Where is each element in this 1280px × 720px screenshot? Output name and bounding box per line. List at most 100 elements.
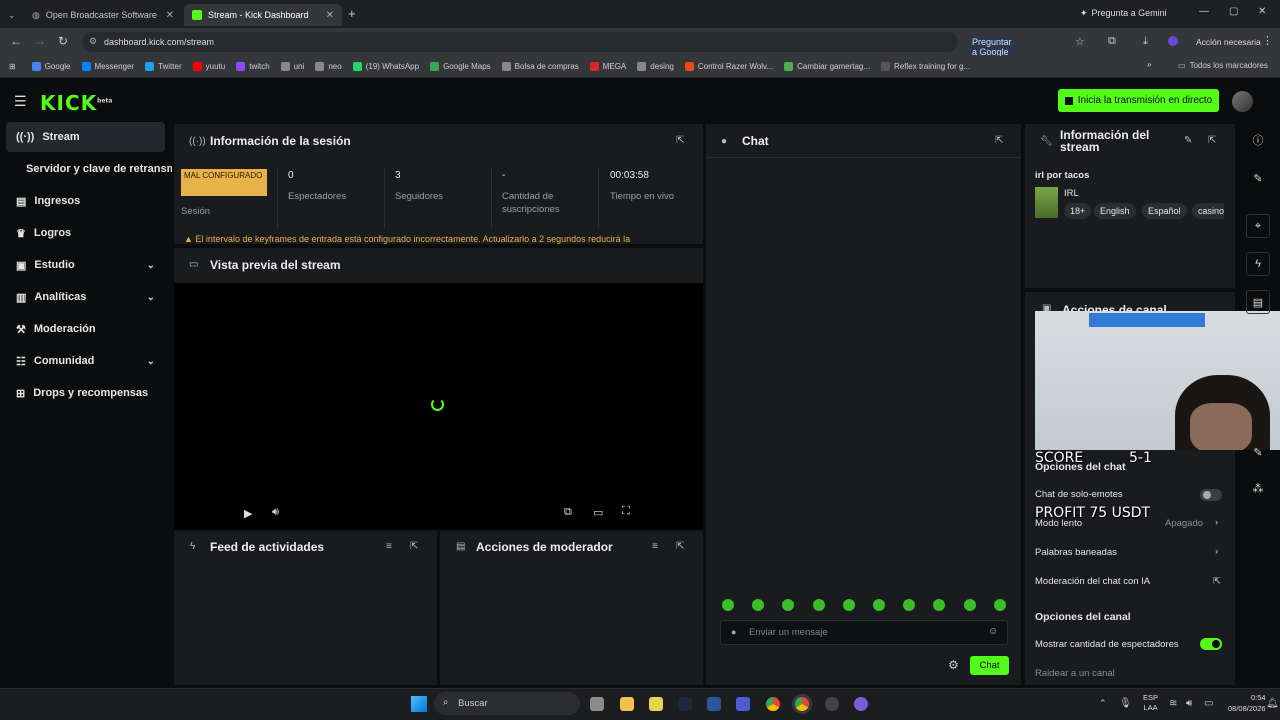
external-link-icon[interactable]: ⇱ bbox=[1213, 576, 1221, 587]
bookmark-item[interactable]: MEGA bbox=[589, 62, 626, 71]
browser-menu-icon[interactable]: ⋮ bbox=[1262, 34, 1273, 47]
show-viewers-toggle[interactable] bbox=[1200, 638, 1222, 650]
ai-moderation-item[interactable]: Moderación del chat con IA bbox=[1035, 576, 1150, 587]
chevron-right-icon[interactable]: › bbox=[1215, 517, 1218, 528]
edit-icon[interactable]: ✎ bbox=[1184, 135, 1192, 146]
document-icon[interactable]: ▤ bbox=[1246, 290, 1270, 314]
emote-icon[interactable] bbox=[993, 599, 1006, 611]
tab-kick-dashboard[interactable]: Stream - Kick Dashboard ✕ bbox=[184, 4, 342, 26]
forward-icon[interactable]: → bbox=[34, 34, 46, 48]
notifications-icon[interactable]: 🔔︎ bbox=[1266, 698, 1279, 709]
popout-icon[interactable]: ⇱ bbox=[410, 541, 418, 552]
close-tab-icon[interactable]: ✕ bbox=[166, 10, 174, 21]
volume-icon[interactable]: 🔊︎ bbox=[272, 506, 279, 519]
bookmark-item[interactable]: twitch bbox=[236, 62, 270, 71]
battery-icon[interactable]: ▭ bbox=[1204, 698, 1213, 709]
bookmark-item[interactable]: Messenger bbox=[81, 62, 134, 71]
emote-only-toggle[interactable] bbox=[1200, 489, 1222, 501]
popout-icon[interactable]: ⇱ bbox=[676, 541, 684, 552]
bookmark-item[interactable]: Twitter bbox=[145, 62, 182, 71]
sidebar-item-stream[interactable]: ((·)) Stream bbox=[6, 122, 165, 152]
windows-start-icon[interactable] bbox=[411, 696, 427, 712]
action-needed-button[interactable]: Acción necesaria bbox=[1196, 37, 1261, 47]
bookmark-item[interactable]: Control Razer Wolv... bbox=[684, 62, 773, 71]
bookmark-item[interactable]: yuutu bbox=[192, 62, 225, 71]
profile-avatar[interactable] bbox=[1168, 36, 1178, 46]
go-live-button[interactable]: Inicia la transmisión en directo bbox=[1058, 89, 1219, 112]
bookmark-item[interactable]: (19) WhatsApp bbox=[352, 62, 419, 71]
download-icon[interactable]: ⤓ bbox=[1143, 35, 1148, 48]
bookmark-star-icon[interactable]: ☆ bbox=[1075, 35, 1085, 48]
maximize-icon[interactable]: ▢ bbox=[1229, 6, 1238, 17]
kick-logo[interactable]: KICKbeta bbox=[40, 91, 112, 115]
chrome-active-icon[interactable] bbox=[795, 697, 809, 711]
popout-icon[interactable]: ⇱ bbox=[676, 135, 684, 146]
sidebar-item-server-key[interactable]: Servidor y clave de retransmisión bbox=[6, 154, 172, 184]
tool-icon[interactable]: ✎ bbox=[1246, 440, 1270, 464]
app-icon[interactable] bbox=[736, 697, 750, 711]
steam-icon[interactable] bbox=[678, 697, 692, 711]
popout-icon[interactable]: ⇱ bbox=[1208, 135, 1216, 146]
bookmark-item[interactable]: Google Maps bbox=[430, 62, 491, 71]
filter-icon[interactable]: ≡ bbox=[652, 541, 658, 552]
raid-channel-item[interactable]: Raidear a un canal bbox=[1035, 668, 1115, 679]
clock[interactable]: 0:54 08/08/2026 bbox=[1228, 692, 1266, 714]
bookmark-item[interactable]: neo bbox=[315, 62, 342, 71]
emote-icon[interactable] bbox=[963, 599, 976, 611]
chat-settings-icon[interactable]: ⚙ bbox=[948, 658, 959, 672]
target-icon[interactable]: ⌖ bbox=[1246, 214, 1270, 238]
user-avatar[interactable] bbox=[1232, 91, 1253, 112]
pip-icon[interactable]: ⧉ bbox=[564, 506, 572, 519]
minimize-icon[interactable]: — bbox=[1199, 6, 1209, 17]
banned-words-item[interactable]: Palabras baneadas bbox=[1035, 547, 1117, 558]
apps-icon[interactable]: ⁂ bbox=[1246, 476, 1270, 500]
sidebar-item-achievements[interactable]: ♛ Logros bbox=[6, 218, 165, 248]
url-input[interactable]: ⚙ dashboard.kick.com/stream Preguntar a … bbox=[82, 32, 1018, 59]
bookmark-item[interactable]: Reflex training for g... bbox=[881, 62, 970, 71]
word-icon[interactable] bbox=[707, 697, 721, 711]
tab-search-icon[interactable]: ⌄ bbox=[4, 4, 18, 26]
all-bookmarks-button[interactable]: ▭ Todos los marcadores bbox=[1178, 61, 1268, 70]
mic-icon[interactable]: 🎙︎ bbox=[1119, 698, 1132, 709]
emote-icon[interactable] bbox=[873, 599, 885, 611]
apps-grid-icon[interactable]: ⊞ bbox=[9, 62, 16, 71]
hamburger-menu-icon[interactable]: ☰ bbox=[14, 93, 27, 110]
chrome-icon[interactable] bbox=[766, 697, 780, 711]
edit-icon[interactable]: ✎ bbox=[1246, 166, 1270, 190]
reload-icon[interactable]: ↻ bbox=[58, 34, 68, 48]
sidebar-item-analytics[interactable]: ▥ Analíticas ⌄ bbox=[6, 282, 165, 312]
site-info-icon[interactable]: ⚙ bbox=[89, 36, 97, 47]
new-tab-icon[interactable]: + bbox=[348, 6, 356, 21]
emote-icon[interactable] bbox=[722, 599, 734, 611]
bookmark-item[interactable]: Google bbox=[31, 62, 71, 71]
play-icon[interactable]: ▶ bbox=[244, 507, 252, 520]
tray-expand-icon[interactable]: ⌃ bbox=[1099, 698, 1107, 709]
app-purple-icon[interactable] bbox=[854, 697, 868, 711]
extensions-icon[interactable]: ⧉ bbox=[1108, 35, 1116, 48]
volume-tray-icon[interactable]: 🔊︎ bbox=[1186, 698, 1192, 709]
back-icon[interactable]: ← bbox=[10, 34, 22, 48]
gemini-button[interactable]: ✦ Pregunta a Gemini bbox=[1080, 8, 1167, 19]
emote-icon[interactable] bbox=[842, 599, 855, 611]
emoji-icon[interactable]: ☺ bbox=[988, 626, 998, 637]
bookmark-item[interactable]: desing bbox=[637, 62, 674, 71]
language-indicator[interactable]: ESP LAA bbox=[1143, 693, 1158, 713]
sidebar-item-studio[interactable]: ▣ Estudio ⌄ bbox=[6, 250, 165, 280]
close-window-icon[interactable]: ✕ bbox=[1258, 6, 1266, 17]
bolt-icon[interactable]: ϟ bbox=[1246, 252, 1270, 276]
wifi-icon[interactable]: ≋ bbox=[1169, 698, 1177, 709]
filter-icon[interactable]: ≡ bbox=[386, 541, 392, 552]
popout-icon[interactable]: ⇱ bbox=[995, 135, 1003, 146]
taskbar-search[interactable]: ⌕ Buscar bbox=[434, 692, 580, 715]
more-bookmarks-icon[interactable]: » bbox=[1147, 60, 1151, 69]
info-icon[interactable]: ⓘ bbox=[1246, 128, 1270, 152]
file-explorer-icon[interactable] bbox=[620, 697, 634, 711]
tab-obs[interactable]: ◍ Open Broadcaster Software | O ✕ bbox=[24, 4, 182, 26]
fullscreen-icon[interactable]: ⛶ bbox=[622, 505, 630, 518]
sidebar-item-drops[interactable]: ⊞ Drops y recompensas bbox=[6, 378, 165, 408]
obs-icon[interactable] bbox=[825, 697, 839, 711]
close-tab-icon[interactable]: ✕ bbox=[326, 10, 334, 21]
chat-input[interactable]: ● Enviar un mensaje ☺ bbox=[720, 620, 1008, 645]
theater-icon[interactable]: ▭ bbox=[593, 506, 603, 519]
sticky-notes-icon[interactable] bbox=[649, 697, 663, 711]
